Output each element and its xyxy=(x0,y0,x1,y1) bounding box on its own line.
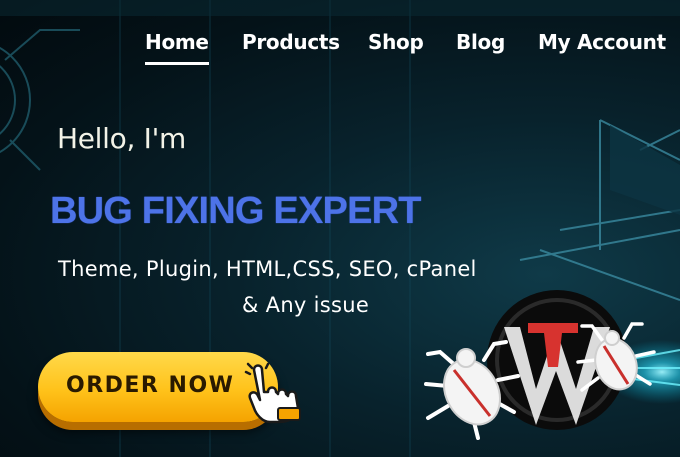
hero-headline: BUG FIXING EXPERT xyxy=(50,190,421,232)
nav-item-home[interactable]: Home xyxy=(145,30,209,65)
nav-item-shop[interactable]: Shop xyxy=(368,30,424,54)
nav-item-my-account[interactable]: My Account xyxy=(538,30,666,54)
hero-services-line1: Theme, Plugin, HTML,CSS, SEO, cPanel xyxy=(58,257,477,281)
main-nav: Home Products Shop Blog My Account xyxy=(0,30,680,70)
pointing-hand-icon xyxy=(244,362,301,424)
nav-item-products[interactable]: Products xyxy=(242,30,340,54)
bug-icon xyxy=(576,322,656,392)
nav-item-blog[interactable]: Blog xyxy=(456,30,505,54)
hero-greeting: Hello, I'm xyxy=(57,122,187,155)
order-now-button[interactable]: ORDER NOW xyxy=(38,352,278,422)
hero-services-line2: & Any issue xyxy=(242,293,370,317)
bug-icon xyxy=(424,340,520,440)
order-now-label: ORDER NOW xyxy=(66,373,235,398)
